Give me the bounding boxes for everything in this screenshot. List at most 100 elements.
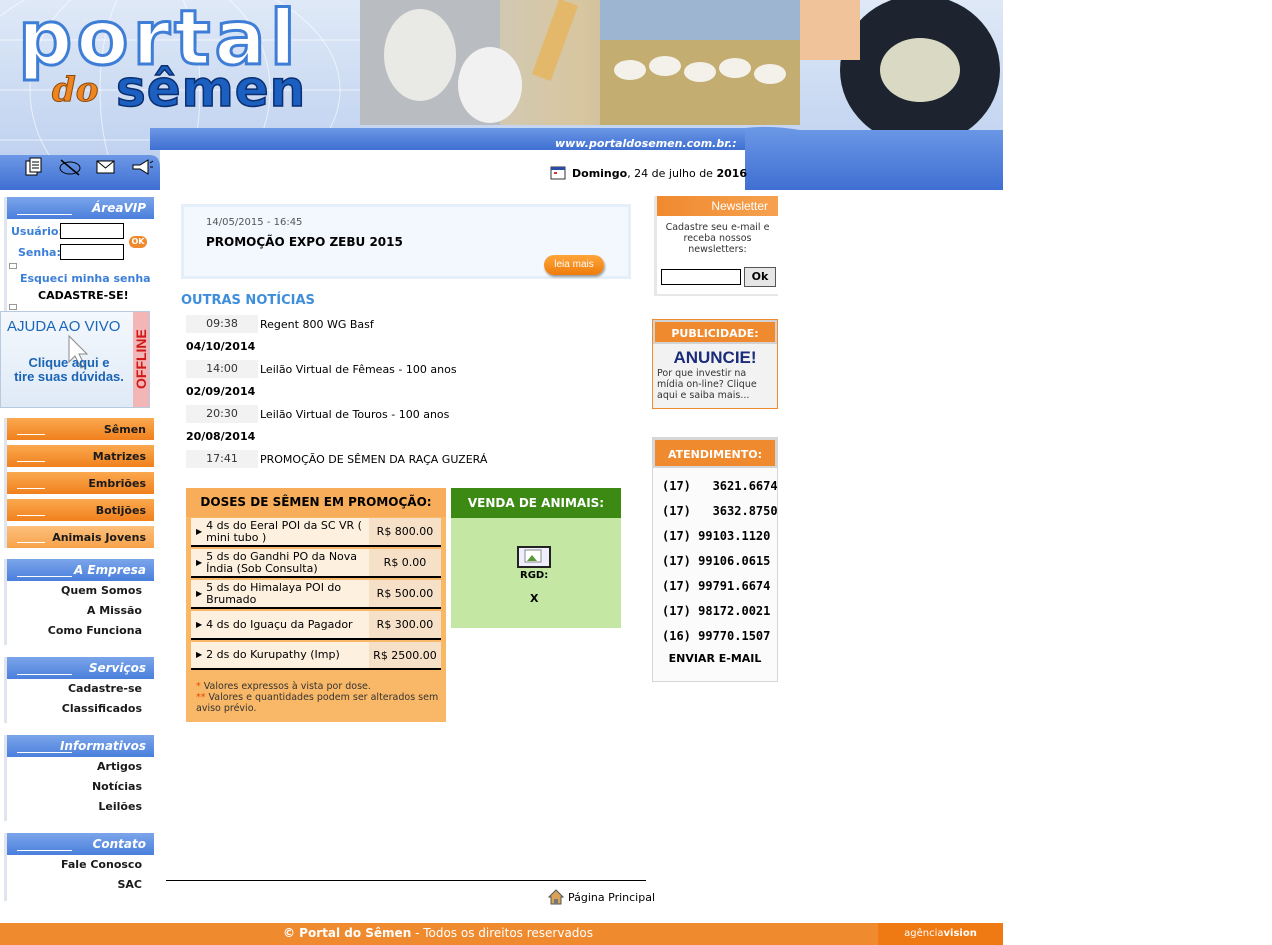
- link-artigos[interactable]: Artigos: [7, 757, 154, 777]
- promo-name: 2 ds do Kurupathy (Imp): [206, 648, 340, 661]
- servicos-title: Serviços: [7, 657, 154, 679]
- advertising-title: PUBLICIDADE:: [653, 320, 777, 344]
- empresa-menu: A Empresa Quem Somos A Missão Como Funci…: [4, 559, 154, 645]
- no-photo-icon[interactable]: [58, 156, 82, 178]
- bullet-icon: [9, 304, 17, 310]
- copyright: © Portal do Sêmen - Todos os direitos re…: [283, 926, 594, 940]
- contato-title: Contato: [7, 833, 154, 855]
- link-sac[interactable]: SAC: [7, 875, 154, 895]
- semen-promo-title: DOSES DE SÊMEN EM PROMOÇÃO:: [186, 488, 446, 517]
- featured-date: 14/05/2015 - 16:45: [206, 217, 303, 228]
- envelope-icon[interactable]: [94, 156, 118, 178]
- featured-title[interactable]: PROMOÇÃO EXPO ZEBU 2015: [206, 235, 403, 249]
- news-item[interactable]: 09:38 Regent 800 WG Basf: [186, 315, 374, 333]
- phone-number: (17) 99106.0615: [662, 554, 771, 568]
- register-link[interactable]: CADASTRE-SE!: [38, 289, 129, 302]
- news-date: 04/10/2014: [186, 340, 256, 353]
- rgd-label: RGD:: [520, 570, 549, 581]
- offline-status: OFFLINE: [133, 312, 149, 407]
- phone-number: (16) 99770.1507: [662, 629, 771, 643]
- agency-credit[interactable]: agênciavision: [878, 923, 1003, 945]
- promo-name: 5 ds do Gandhi PO da Nova Índia (Sob Con…: [206, 549, 358, 575]
- bullet-icon: [9, 263, 17, 269]
- read-more-button[interactable]: leia mais: [544, 255, 604, 275]
- date-year: 2016: [716, 166, 748, 180]
- phone-number: (17) 99103.1120: [662, 529, 771, 543]
- promo-name: 5 ds do Himalaya POI do Brumado: [206, 580, 342, 606]
- link-cadastre-se[interactable]: Cadastre-se: [7, 679, 154, 699]
- arrow-right-icon: ▶: [196, 619, 203, 629]
- promo-row[interactable]: ▶ 5 ds do Gandhi PO da Nova Índia (Sob Co…: [191, 549, 441, 578]
- promo-price: R$ 0.00: [369, 549, 441, 576]
- logo-do-text: do: [51, 70, 99, 111]
- news-title[interactable]: PROMOÇÃO DE SÊMEN DA RAÇA GUZERÁ: [258, 453, 487, 466]
- featured-news: 14/05/2015 - 16:45 PROMOÇÃO EXPO ZEBU 20…: [181, 204, 631, 279]
- documents-icon[interactable]: [22, 156, 46, 178]
- site-url: www.portaldosemen.com.br.:: [555, 137, 737, 150]
- promo-price: R$ 300.00: [369, 611, 441, 638]
- promo-name: 4 ds do Iguaçu da Pagador: [206, 617, 353, 631]
- servicos-menu: Serviços Cadastre-se Classificados: [4, 657, 154, 723]
- menu-semen[interactable]: Sêmen: [7, 418, 154, 440]
- menu-embrioes[interactable]: Embriões: [7, 472, 154, 494]
- password-label: Senha:: [18, 246, 61, 259]
- live-help-banner[interactable]: AJUDA AO VIVO Clique aqui e tire suas dú…: [0, 311, 150, 408]
- advertise-heading: ANUNCIE!: [673, 348, 757, 367]
- site-footer: © Portal do Sêmen - Todos os direitos re…: [0, 923, 1003, 945]
- news-time: 09:38: [186, 315, 258, 333]
- password-input[interactable]: [60, 244, 124, 260]
- newsletter-email-input[interactable]: [661, 269, 741, 285]
- link-a-missao[interactable]: A Missão: [7, 601, 154, 621]
- support-title: ATENDIMENTO:: [653, 438, 777, 468]
- news-time: 14:00: [186, 360, 258, 378]
- news-title[interactable]: Leilão Virtual de Fêmeas - 100 anos: [258, 363, 457, 376]
- menu-animais-jovens[interactable]: Animais Jovens: [7, 526, 154, 548]
- promo-row[interactable]: ▶ 4 ds do Iguaçu da Pagador R$ 300.00: [191, 611, 441, 640]
- arrow-right-icon: ▶: [196, 650, 203, 659]
- promo-row[interactable]: ▶ 2 ds do Kurupathy (Imp) R$ 2500.00: [191, 642, 441, 670]
- broken-image-icon[interactable]: [517, 546, 551, 568]
- other-news-title: OUTRAS NOTÍCIAS: [181, 293, 315, 308]
- menu-botijoes[interactable]: Botijões: [7, 499, 154, 521]
- login-ok-button[interactable]: OK: [129, 236, 147, 248]
- news-item[interactable]: 20:30 Leilão Virtual de Touros - 100 ano…: [186, 405, 449, 423]
- arrow-right-icon: ▶: [196, 557, 203, 567]
- send-email-link[interactable]: ENVIAR E-MAIL: [653, 652, 777, 665]
- empresa-title: A Empresa: [7, 559, 154, 581]
- newsletter-ok-button[interactable]: Ok: [744, 267, 776, 287]
- link-quem-somos[interactable]: Quem Somos: [7, 581, 154, 601]
- news-title[interactable]: Leilão Virtual de Touros - 100 anos: [258, 408, 449, 421]
- promo-name: 4 ds do Eeral POI da SC VR ( mini tubo ): [206, 518, 362, 544]
- informativos-menu: Informativos Artigos Notícias Leilões: [4, 735, 154, 821]
- phone-number: (17) 3632.8750: [662, 504, 778, 518]
- live-help-subtitle: Clique aqui e tire suas dúvidas.: [14, 355, 124, 384]
- news-item[interactable]: 14:00 Leilão Virtual de Fêmeas - 100 ano…: [186, 360, 457, 378]
- news-title[interactable]: Regent 800 WG Basf: [258, 318, 374, 331]
- news-item[interactable]: 17:41 PROMOÇÃO DE SÊMEN DA RAÇA GUZERÁ: [186, 450, 487, 468]
- vip-title: ÁreaVIP: [7, 197, 154, 219]
- current-date: Domingo, 24 de julho de 2016: [550, 166, 747, 180]
- forgot-password-link[interactable]: Esqueci minha senha: [20, 272, 151, 285]
- rgd-value: X: [530, 592, 539, 605]
- animal-sale-title: VENDA DE ANIMAIS:: [451, 488, 621, 518]
- divider: [166, 880, 646, 881]
- home-page-link[interactable]: Página Principal: [548, 889, 655, 905]
- site-header: portal do sêmen www.portaldosemen.com.br…: [0, 0, 1003, 190]
- promo-row[interactable]: ▶ 5 ds do Himalaya POI do Brumado R$ 500.…: [191, 580, 441, 609]
- link-noticias[interactable]: Notícias: [7, 777, 154, 797]
- date-middle: , 24 de julho de: [627, 166, 713, 180]
- username-input[interactable]: [60, 223, 124, 239]
- news-time: 17:41: [186, 450, 258, 468]
- animal-sale-box: VENDA DE ANIMAIS: RGD: X: [451, 488, 621, 628]
- link-classificados[interactable]: Classificados: [7, 699, 154, 719]
- house-icon: [548, 889, 564, 905]
- menu-matrizes[interactable]: Matrizes: [7, 445, 154, 467]
- link-fale-conosco[interactable]: Fale Conosco: [7, 855, 154, 875]
- megaphone-icon[interactable]: [130, 156, 154, 178]
- news-time: 20:30: [186, 405, 258, 423]
- advertising-box[interactable]: PUBLICIDADE: ANUNCIE! Por que investir n…: [652, 319, 778, 409]
- link-como-funciona[interactable]: Como Funciona: [7, 621, 154, 641]
- date-weekday: Domingo: [572, 166, 628, 180]
- promo-row[interactable]: ▶ 4 ds do Eeral POI da SC VR ( mini tubo …: [191, 518, 441, 547]
- link-leiloes[interactable]: Leilões: [7, 797, 154, 817]
